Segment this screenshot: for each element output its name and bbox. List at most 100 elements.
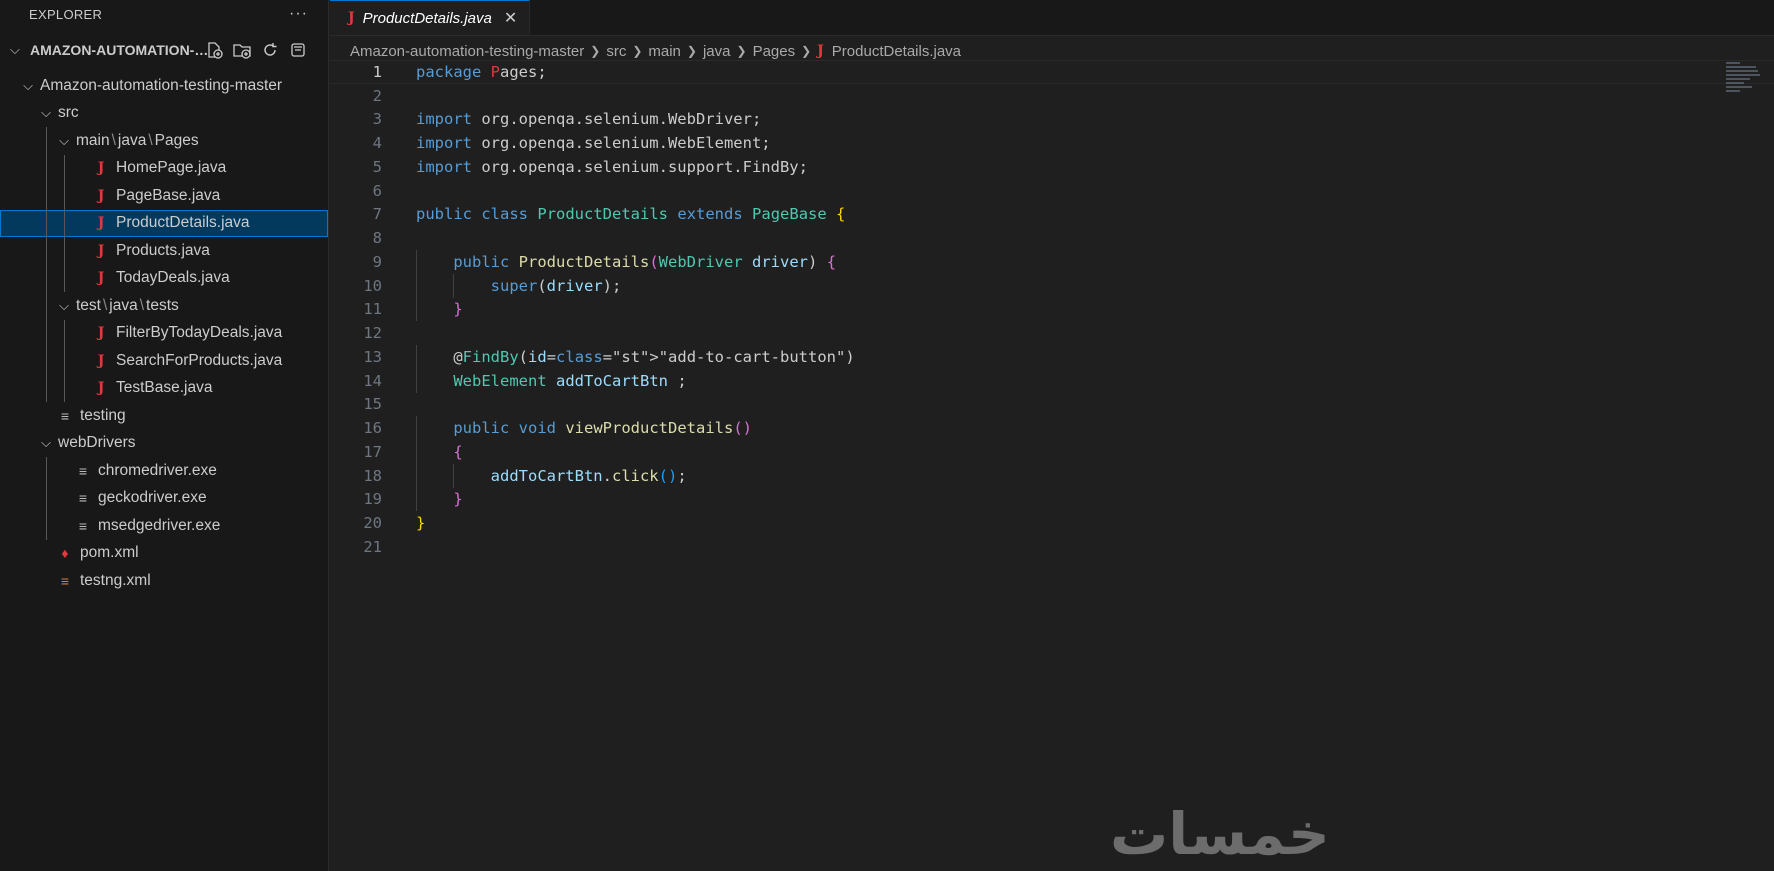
indent-guide (64, 154, 65, 182)
project-root-header[interactable]: ⌵ AMAZON-AUTOMATION-TESTING-MASTER (0, 28, 328, 72)
code-line[interactable]: 3 import org.openqa.selenium.WebDriver; (330, 108, 1774, 132)
tree-file[interactable]: J SearchForProducts.java (0, 347, 328, 375)
tree-file[interactable]: ♦ pom.xml (0, 540, 328, 568)
indent-guide (64, 374, 65, 402)
tree-folder[interactable]: ⌵ main \ java \ Pages (0, 127, 328, 155)
indent-guide (46, 237, 47, 265)
code-line[interactable]: 21 (330, 535, 1774, 559)
code-text: super(driver); (490, 276, 622, 295)
line-number: 13 (363, 347, 382, 366)
path-separator: \ (111, 131, 116, 149)
file-icon: ≡ (60, 407, 70, 424)
tree-file[interactable]: J TestBase.java (0, 374, 328, 402)
code-line[interactable]: 7 public class ProductDetails extends Pag… (330, 203, 1774, 227)
code-line[interactable]: 13 @FindBy(id=class="st">"add-to-cart-bu… (330, 345, 1774, 369)
code-line[interactable]: 17 { (330, 440, 1774, 464)
tree-file[interactable]: ≡ testing (0, 402, 328, 430)
code-text: public void viewProductDetails() (453, 419, 752, 438)
code-line[interactable]: 5 import org.openqa.selenium.support.Find… (330, 155, 1774, 179)
tree-folder[interactable]: ⌵ Amazon-automation-testing-master (0, 72, 328, 100)
code-line[interactable]: 6 (330, 179, 1774, 203)
chevron-right-icon: ❯ (801, 44, 812, 58)
chevron-down-icon: ⌵ (23, 77, 33, 93)
line-number: 18 (363, 466, 382, 485)
tree-folder[interactable]: ⌵ src (0, 100, 328, 128)
code-line[interactable]: 18 addToCartBtn.click(); (330, 463, 1774, 488)
tree-item-label-part: java (109, 296, 138, 314)
tree-item-label: FilterByTodayDeals.java (116, 324, 283, 342)
code-line[interactable]: 14 WebElement addToCartBtn ; (330, 368, 1774, 393)
tree-file[interactable]: ≡ testng.xml (0, 567, 328, 595)
tree-file[interactable]: ≡ msedgedriver.exe (0, 512, 328, 540)
more-actions-icon[interactable]: ··· (289, 5, 308, 23)
breadcrumb-item-pages[interactable]: Pages (753, 43, 796, 60)
tree-file[interactable]: J FilterByTodayDeals.java (0, 319, 328, 347)
breadcrumb-item-main[interactable]: main (648, 43, 681, 60)
collapse-all-icon[interactable] (288, 40, 308, 60)
indent-guide (46, 264, 47, 292)
code-line[interactable]: 12 (330, 321, 1774, 345)
code-text: import org.openqa.selenium.WebElement; (416, 134, 771, 153)
code-line[interactable]: 10 super(driver); (330, 273, 1774, 298)
code-text: import org.openqa.selenium.support.FindB… (416, 157, 808, 176)
code-text: } (453, 490, 463, 509)
chevron-down-icon: ⌵ (41, 435, 51, 451)
new-folder-icon[interactable] (232, 40, 252, 60)
tree-file[interactable]: J TodayDeals.java (0, 264, 328, 292)
code-text: package Pages; (416, 62, 547, 81)
tree-item-label: chromedriver.exe (98, 461, 217, 479)
tree-item-label: geckodriver.exe (98, 489, 207, 507)
refresh-icon[interactable] (260, 40, 280, 60)
code-line[interactable]: 1 package Pages; (330, 60, 1774, 84)
breadcrumb-item-java[interactable]: java (703, 43, 731, 60)
tree-folder[interactable]: ⌵ test \ java \ tests (0, 292, 328, 320)
tree-folder[interactable]: ⌵ webDrivers (0, 430, 328, 458)
tree-file[interactable]: J PageBase.java (0, 182, 328, 210)
breadcrumb-item-file[interactable]: ProductDetails.java (832, 43, 961, 60)
code-editor[interactable]: 1 package Pages; 2 3 import org.openqa.selen… (330, 60, 1774, 559)
tree-item-label-part: Pages (154, 131, 199, 149)
code-line[interactable]: 9 public ProductDetails(WebDriver driver… (330, 250, 1774, 274)
breadcrumb-item-src[interactable]: src (606, 43, 626, 60)
tab-productdetails[interactable]: J ProductDetails.java ✕ (330, 0, 531, 35)
line-number: 6 (372, 181, 382, 200)
line-number: 19 (363, 490, 382, 509)
close-icon[interactable]: ✕ (504, 8, 517, 28)
minimap[interactable] (1726, 62, 1760, 102)
code-line[interactable]: 4 import org.openqa.selenium.WebElement; (330, 131, 1774, 155)
java-file-icon: J (97, 380, 105, 397)
code-line[interactable]: 2 (330, 84, 1774, 108)
code-line[interactable]: 19 } (330, 487, 1774, 512)
tree-file[interactable]: ≡ geckodriver.exe (0, 484, 328, 512)
line-number: 10 (363, 276, 382, 295)
breadcrumb-item-project[interactable]: Amazon-automation-testing-master (350, 43, 584, 60)
tree-file[interactable]: ≡ chromedriver.exe (0, 457, 328, 485)
chevron-right-icon: ❯ (686, 44, 697, 58)
line-number: 9 (372, 252, 382, 271)
tree-item-label: src (58, 104, 79, 122)
file-icon: ≡ (78, 517, 88, 534)
code-line[interactable]: 11 } (330, 297, 1774, 322)
indent-guide (46, 209, 47, 237)
tree-file[interactable]: J HomePage.java (0, 154, 328, 182)
code-line[interactable]: 8 (330, 226, 1774, 250)
tree-file[interactable]: J Products.java (0, 237, 328, 265)
line-number: 4 (372, 134, 382, 153)
line-number: 20 (363, 514, 382, 533)
tree-item-label: webDrivers (58, 434, 136, 452)
code-line[interactable]: 15 (330, 393, 1774, 417)
line-number: 14 (363, 371, 382, 390)
tree-item-label: msedgedriver.exe (98, 516, 221, 534)
tree-item-label: main (76, 131, 110, 149)
new-file-icon[interactable] (204, 40, 224, 60)
line-number: 3 (372, 110, 382, 129)
code-line[interactable]: 16 public void viewProductDetails() (330, 416, 1774, 440)
indent-guide (46, 182, 47, 210)
chevron-right-icon: ❯ (632, 44, 643, 58)
tree-item-label: ProductDetails.java (116, 214, 250, 232)
tree-file[interactable]: J ProductDetails.java (0, 209, 328, 237)
code-text: { (453, 442, 463, 461)
file-icon: ≡ (78, 462, 88, 479)
indent-guide (46, 512, 47, 540)
code-line[interactable]: 20} (330, 511, 1774, 535)
